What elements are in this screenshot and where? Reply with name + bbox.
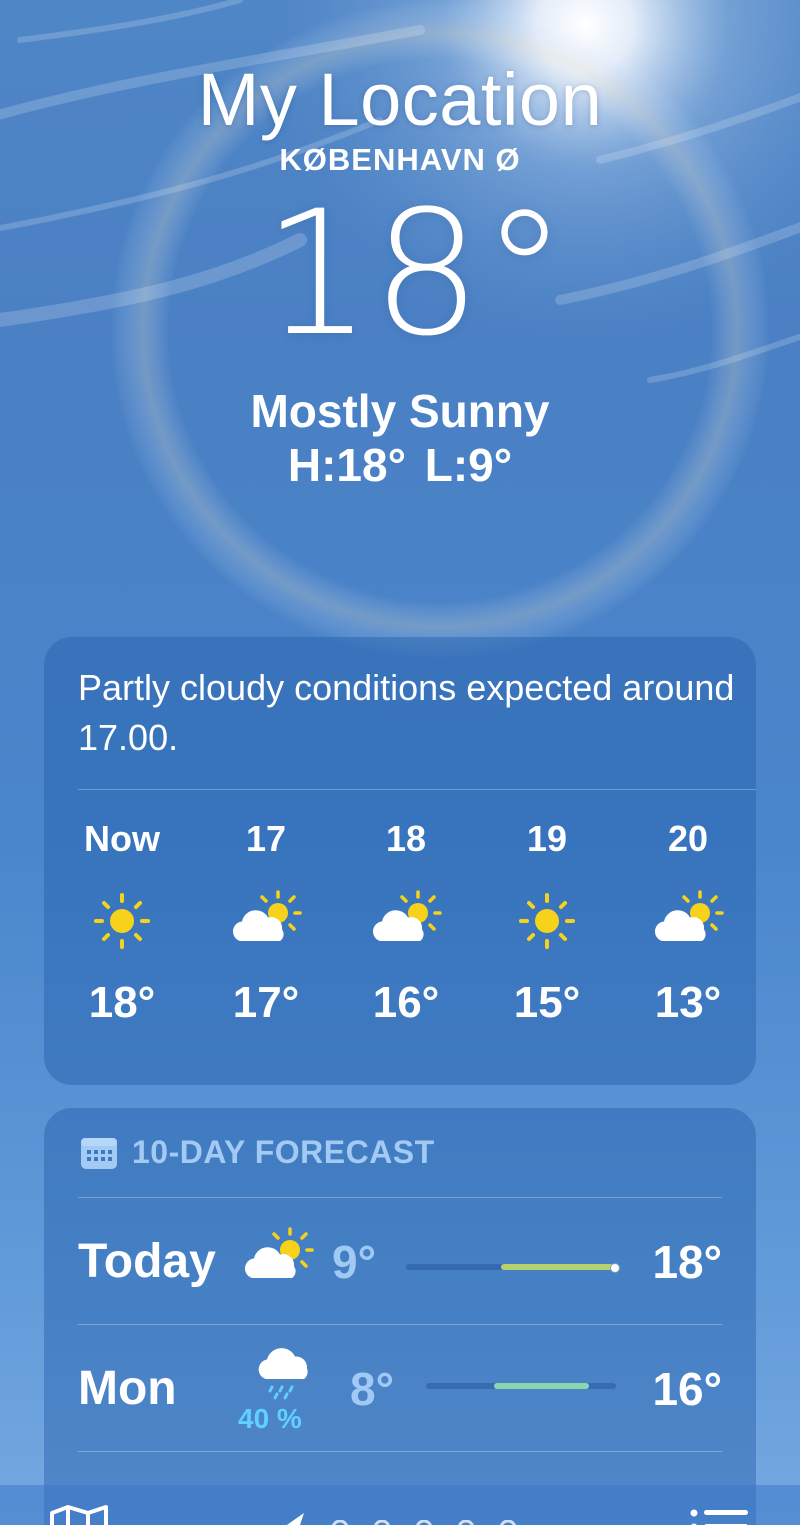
hour-temperature: 16° bbox=[372, 978, 440, 1027]
hour-label: 18 bbox=[385, 818, 427, 859]
hour-item: 18 16° bbox=[346, 817, 466, 1029]
hour-item: Now 18° bbox=[62, 817, 182, 1029]
location-arrow-icon[interactable] bbox=[280, 1511, 308, 1525]
current-condition: Mostly Sunny bbox=[250, 385, 550, 437]
hour-label: Now bbox=[84, 818, 160, 859]
hour-temperature: 17° bbox=[232, 978, 300, 1027]
temperature-range-bar bbox=[406, 1263, 620, 1273]
hour-temperature: 18° bbox=[88, 978, 156, 1027]
hour-label: 17 bbox=[245, 818, 287, 859]
current-temperature: 18° bbox=[262, 173, 568, 374]
day-low-temperature: 9° bbox=[332, 1236, 376, 1288]
sun-icon bbox=[94, 893, 150, 949]
sun-icon bbox=[519, 893, 575, 949]
hour-label: 19 bbox=[526, 818, 568, 859]
hourly-divider bbox=[78, 789, 756, 790]
daily-divider bbox=[78, 1451, 722, 1452]
partly-cloudy-icon bbox=[232, 890, 302, 941]
bottom-toolbar bbox=[0, 1485, 800, 1525]
day-low-temperature: 8° bbox=[350, 1363, 394, 1415]
hour-label: 20 bbox=[667, 818, 709, 859]
temperature-range-bar bbox=[426, 1383, 616, 1389]
hourly-summary: Partly cloudy conditions expected around… bbox=[78, 667, 735, 758]
ten-day-forecast-card[interactable]: 10-DAY FORECAST Today 9° 18° Mon 40 % 8°… bbox=[44, 1108, 756, 1525]
precipitation-chance: 40 % bbox=[238, 1403, 302, 1434]
rain-cloud-icon bbox=[258, 1348, 308, 1400]
hourly-list[interactable]: Now 18° 17 17° 18 16° 19 15° 20 13° bbox=[44, 817, 756, 1077]
current-temperature-marker bbox=[610, 1263, 620, 1273]
hour-item: 19 15° bbox=[487, 817, 607, 1029]
day-high-temperature: 16° bbox=[652, 1363, 722, 1415]
map-icon[interactable] bbox=[48, 1503, 110, 1525]
hour-item: 20 13° bbox=[628, 817, 748, 1029]
partly-cloudy-icon bbox=[654, 890, 724, 941]
ten-day-forecast-title: 10-DAY FORECAST bbox=[132, 1134, 435, 1170]
current-weather-header: My Location KØBENHAVN Ø 18° Mostly Sunny… bbox=[0, 58, 800, 492]
hour-temperature: 13° bbox=[654, 978, 722, 1027]
hour-item: 17 17° bbox=[206, 817, 326, 1029]
hourly-forecast-card[interactable]: Partly cloudy conditions expected around… bbox=[44, 637, 756, 1085]
ten-day-forecast-header: 10-DAY FORECAST bbox=[80, 1134, 435, 1171]
list-icon[interactable] bbox=[688, 1507, 752, 1525]
partly-cloudy-icon bbox=[372, 890, 442, 941]
location-title: My Location bbox=[197, 58, 603, 141]
high-low-temperature: H:18° L:9° bbox=[287, 439, 513, 491]
temperature-range-fill bbox=[494, 1383, 590, 1389]
calendar-icon bbox=[81, 1137, 117, 1169]
partly-cloudy-icon bbox=[244, 1227, 314, 1278]
day-name: Today bbox=[78, 1235, 216, 1288]
hour-temperature: 15° bbox=[513, 978, 581, 1027]
day-high-temperature: 18° bbox=[652, 1236, 722, 1288]
day-name: Mon bbox=[78, 1362, 177, 1415]
day-row-mon[interactable]: Mon 40 % 8° 16° bbox=[44, 1325, 756, 1451]
page-dots bbox=[332, 1519, 516, 1525]
day-row-today[interactable]: Today 9° 18° bbox=[44, 1198, 756, 1324]
page-indicator[interactable] bbox=[330, 1519, 520, 1525]
temperature-range-fill bbox=[500, 1264, 616, 1270]
